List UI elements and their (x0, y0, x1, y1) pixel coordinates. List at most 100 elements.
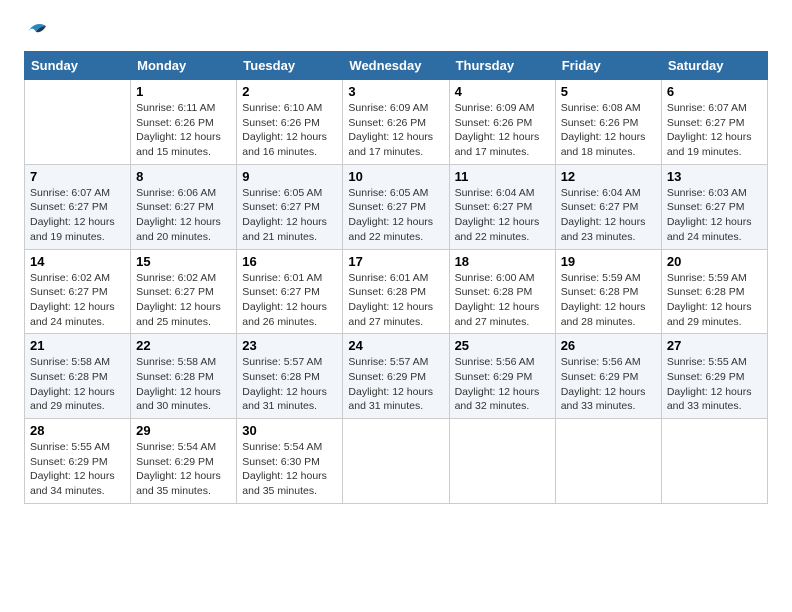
header-wednesday: Wednesday (343, 52, 449, 80)
calendar-week-row: 7 Sunrise: 6:07 AMSunset: 6:27 PMDaylight… (25, 164, 768, 249)
day-number: 30 (242, 423, 337, 438)
calendar-table: SundayMondayTuesdayWednesdayThursdayFrid… (24, 51, 768, 504)
day-info: Sunrise: 6:00 AMSunset: 6:28 PMDaylight:… (455, 271, 550, 330)
calendar-cell: 30 Sunrise: 5:54 AMSunset: 6:30 PMDayligh… (237, 419, 343, 504)
day-info: Sunrise: 6:02 AMSunset: 6:27 PMDaylight:… (136, 271, 231, 330)
day-number: 10 (348, 169, 443, 184)
calendar-cell: 2 Sunrise: 6:10 AMSunset: 6:26 PMDaylight… (237, 80, 343, 165)
day-info: Sunrise: 5:57 AMSunset: 6:28 PMDaylight:… (242, 355, 337, 414)
day-info: Sunrise: 6:09 AMSunset: 6:26 PMDaylight:… (348, 101, 443, 160)
day-info: Sunrise: 5:54 AMSunset: 6:30 PMDaylight:… (242, 440, 337, 499)
day-number: 22 (136, 338, 231, 353)
calendar-week-row: 14 Sunrise: 6:02 AMSunset: 6:27 PMDayligh… (25, 249, 768, 334)
day-info: Sunrise: 5:56 AMSunset: 6:29 PMDaylight:… (561, 355, 656, 414)
day-info: Sunrise: 6:04 AMSunset: 6:27 PMDaylight:… (561, 186, 656, 245)
calendar-week-row: 28 Sunrise: 5:55 AMSunset: 6:29 PMDayligh… (25, 419, 768, 504)
day-number: 17 (348, 254, 443, 269)
calendar-cell: 1 Sunrise: 6:11 AMSunset: 6:26 PMDaylight… (131, 80, 237, 165)
day-number: 8 (136, 169, 231, 184)
calendar-cell: 14 Sunrise: 6:02 AMSunset: 6:27 PMDayligh… (25, 249, 131, 334)
calendar-cell: 11 Sunrise: 6:04 AMSunset: 6:27 PMDayligh… (449, 164, 555, 249)
calendar-cell: 5 Sunrise: 6:08 AMSunset: 6:26 PMDaylight… (555, 80, 661, 165)
calendar-cell: 13 Sunrise: 6:03 AMSunset: 6:27 PMDayligh… (661, 164, 767, 249)
calendar-cell: 4 Sunrise: 6:09 AMSunset: 6:26 PMDaylight… (449, 80, 555, 165)
day-number: 27 (667, 338, 762, 353)
calendar-cell: 29 Sunrise: 5:54 AMSunset: 6:29 PMDayligh… (131, 419, 237, 504)
calendar-cell (449, 419, 555, 504)
day-info: Sunrise: 6:11 AMSunset: 6:26 PMDaylight:… (136, 101, 231, 160)
day-info: Sunrise: 6:01 AMSunset: 6:28 PMDaylight:… (348, 271, 443, 330)
calendar-cell (25, 80, 131, 165)
day-number: 24 (348, 338, 443, 353)
calendar-cell: 27 Sunrise: 5:55 AMSunset: 6:29 PMDayligh… (661, 334, 767, 419)
calendar-cell: 15 Sunrise: 6:02 AMSunset: 6:27 PMDayligh… (131, 249, 237, 334)
day-info: Sunrise: 5:54 AMSunset: 6:29 PMDaylight:… (136, 440, 231, 499)
calendar-cell: 16Sunrise: 6:01 AMSunset: 6:27 PMDayligh… (237, 249, 343, 334)
day-info: Sunrise: 6:06 AMSunset: 6:27 PMDaylight:… (136, 186, 231, 245)
day-number: 15 (136, 254, 231, 269)
day-number: 6 (667, 84, 762, 99)
day-number: 18 (455, 254, 550, 269)
calendar-cell: 24 Sunrise: 5:57 AMSunset: 6:29 PMDayligh… (343, 334, 449, 419)
day-info: Sunrise: 6:08 AMSunset: 6:26 PMDaylight:… (561, 101, 656, 160)
day-number: 20 (667, 254, 762, 269)
header-sunday: Sunday (25, 52, 131, 80)
calendar-cell: 17 Sunrise: 6:01 AMSunset: 6:28 PMDayligh… (343, 249, 449, 334)
day-number: 7 (30, 169, 125, 184)
logo-bird-icon (26, 20, 48, 41)
calendar-cell (661, 419, 767, 504)
calendar-cell: 21 Sunrise: 5:58 AMSunset: 6:28 PMDayligh… (25, 334, 131, 419)
calendar-cell: 23 Sunrise: 5:57 AMSunset: 6:28 PMDayligh… (237, 334, 343, 419)
calendar-cell: 7 Sunrise: 6:07 AMSunset: 6:27 PMDaylight… (25, 164, 131, 249)
day-number: 23 (242, 338, 337, 353)
day-number: 5 (561, 84, 656, 99)
day-info: Sunrise: 5:58 AMSunset: 6:28 PMDaylight:… (30, 355, 125, 414)
calendar-cell: 18 Sunrise: 6:00 AMSunset: 6:28 PMDayligh… (449, 249, 555, 334)
day-info: Sunrise: 6:07 AMSunset: 6:27 PMDaylight:… (30, 186, 125, 245)
header-saturday: Saturday (661, 52, 767, 80)
calendar-week-row: 1 Sunrise: 6:11 AMSunset: 6:26 PMDaylight… (25, 80, 768, 165)
day-info: Sunrise: 5:58 AMSunset: 6:28 PMDaylight:… (136, 355, 231, 414)
day-info: Sunrise: 5:56 AMSunset: 6:29 PMDaylight:… (455, 355, 550, 414)
calendar-cell: 6 Sunrise: 6:07 AMSunset: 6:27 PMDaylight… (661, 80, 767, 165)
day-number: 2 (242, 84, 337, 99)
page-header (24, 20, 768, 41)
day-number: 14 (30, 254, 125, 269)
day-info: Sunrise: 6:09 AMSunset: 6:26 PMDaylight:… (455, 101, 550, 160)
header-thursday: Thursday (449, 52, 555, 80)
header-tuesday: Tuesday (237, 52, 343, 80)
day-info: Sunrise: 5:55 AMSunset: 6:29 PMDaylight:… (667, 355, 762, 414)
day-number: 19 (561, 254, 656, 269)
calendar-cell: 10 Sunrise: 6:05 AMSunset: 6:27 PMDayligh… (343, 164, 449, 249)
day-info: Sunrise: 5:55 AMSunset: 6:29 PMDaylight:… (30, 440, 125, 499)
calendar-cell: 28 Sunrise: 5:55 AMSunset: 6:29 PMDayligh… (25, 419, 131, 504)
day-number: 21 (30, 338, 125, 353)
calendar-cell (555, 419, 661, 504)
day-number: 4 (455, 84, 550, 99)
day-info: Sunrise: 6:03 AMSunset: 6:27 PMDaylight:… (667, 186, 762, 245)
calendar-cell: 19Sunrise: 5:59 AMSunset: 6:28 PMDayligh… (555, 249, 661, 334)
day-info: Sunrise: 6:05 AMSunset: 6:27 PMDaylight:… (242, 186, 337, 245)
day-info: Sunrise: 5:57 AMSunset: 6:29 PMDaylight:… (348, 355, 443, 414)
calendar-cell: 3Sunrise: 6:09 AMSunset: 6:26 PMDaylight… (343, 80, 449, 165)
calendar-cell: 22 Sunrise: 5:58 AMSunset: 6:28 PMDayligh… (131, 334, 237, 419)
calendar-cell: 9 Sunrise: 6:05 AMSunset: 6:27 PMDaylight… (237, 164, 343, 249)
day-number: 9 (242, 169, 337, 184)
day-number: 28 (30, 423, 125, 438)
day-number: 29 (136, 423, 231, 438)
day-info: Sunrise: 6:01 AMSunset: 6:27 PMDaylight:… (242, 271, 337, 330)
day-number: 1 (136, 84, 231, 99)
day-info: Sunrise: 6:02 AMSunset: 6:27 PMDaylight:… (30, 271, 125, 330)
day-number: 13 (667, 169, 762, 184)
day-info: Sunrise: 6:07 AMSunset: 6:27 PMDaylight:… (667, 101, 762, 160)
day-info: Sunrise: 6:04 AMSunset: 6:27 PMDaylight:… (455, 186, 550, 245)
header-monday: Monday (131, 52, 237, 80)
day-info: Sunrise: 6:10 AMSunset: 6:26 PMDaylight:… (242, 101, 337, 160)
day-number: 26 (561, 338, 656, 353)
calendar-cell: 26 Sunrise: 5:56 AMSunset: 6:29 PMDayligh… (555, 334, 661, 419)
day-info: Sunrise: 6:05 AMSunset: 6:27 PMDaylight:… (348, 186, 443, 245)
calendar-week-row: 21 Sunrise: 5:58 AMSunset: 6:28 PMDayligh… (25, 334, 768, 419)
day-number: 25 (455, 338, 550, 353)
calendar-cell: 8 Sunrise: 6:06 AMSunset: 6:27 PMDaylight… (131, 164, 237, 249)
day-number: 11 (455, 169, 550, 184)
